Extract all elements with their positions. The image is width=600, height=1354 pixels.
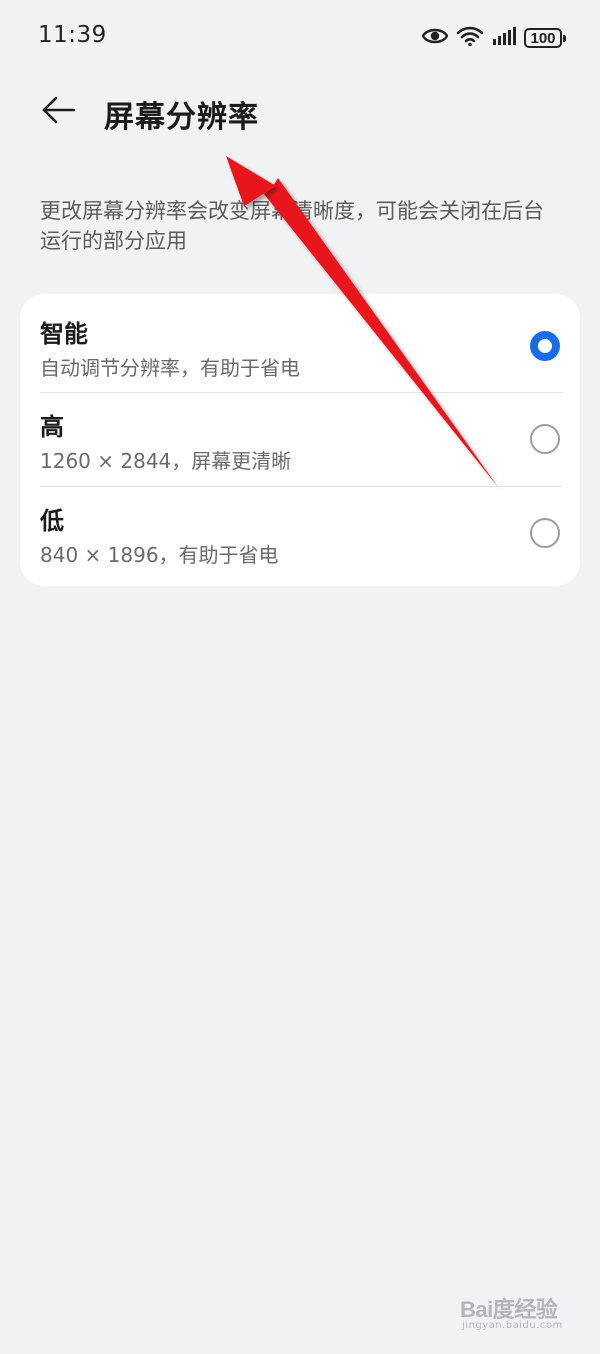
radio-unselected[interactable] xyxy=(530,518,560,548)
option-subtitle: 自动调节分辨率，有助于省电 xyxy=(40,356,300,380)
watermark: Bai度经验 jingyan.baidu.com xyxy=(460,1292,570,1336)
radio-selected[interactable] xyxy=(530,331,560,361)
option-title: 高 xyxy=(40,413,64,441)
battery-icon: 100 xyxy=(524,28,566,48)
status-bar: 11:39 100 xyxy=(0,0,600,76)
option-high[interactable]: 高 1260 × 2844，屏幕更清晰 xyxy=(20,393,580,487)
app-bar: 屏幕分辨率 xyxy=(0,76,600,148)
status-icons: 100 xyxy=(421,24,566,52)
status-time: 11:39 xyxy=(38,22,107,48)
eye-icon xyxy=(421,26,449,50)
option-low[interactable]: 低 840 × 1896，有助于省电 xyxy=(20,487,580,581)
back-arrow-icon xyxy=(40,95,76,129)
signal-icon xyxy=(492,26,516,50)
description-text: 更改屏幕分辨率会改变屏幕清晰度，可能会关闭在后台运行的部分应用 xyxy=(40,199,544,253)
option-title: 智能 xyxy=(40,320,88,348)
radio-unselected[interactable] xyxy=(530,424,560,454)
wifi-icon xyxy=(456,25,484,51)
option-subtitle: 840 × 1896，有助于省电 xyxy=(40,543,279,567)
page-title: 屏幕分辨率 xyxy=(104,100,259,135)
back-button[interactable] xyxy=(30,86,86,138)
watermark-url: jingyan.baidu.com xyxy=(462,1320,563,1331)
option-subtitle: 1260 × 2844，屏幕更清晰 xyxy=(40,449,292,473)
option-smart[interactable]: 智能 自动调节分辨率，有助于省电 xyxy=(20,294,580,393)
resolution-options-card: 智能 自动调节分辨率，有助于省电 高 1260 × 2844，屏幕更清晰 低 8… xyxy=(20,294,580,586)
option-title: 低 xyxy=(40,507,64,535)
